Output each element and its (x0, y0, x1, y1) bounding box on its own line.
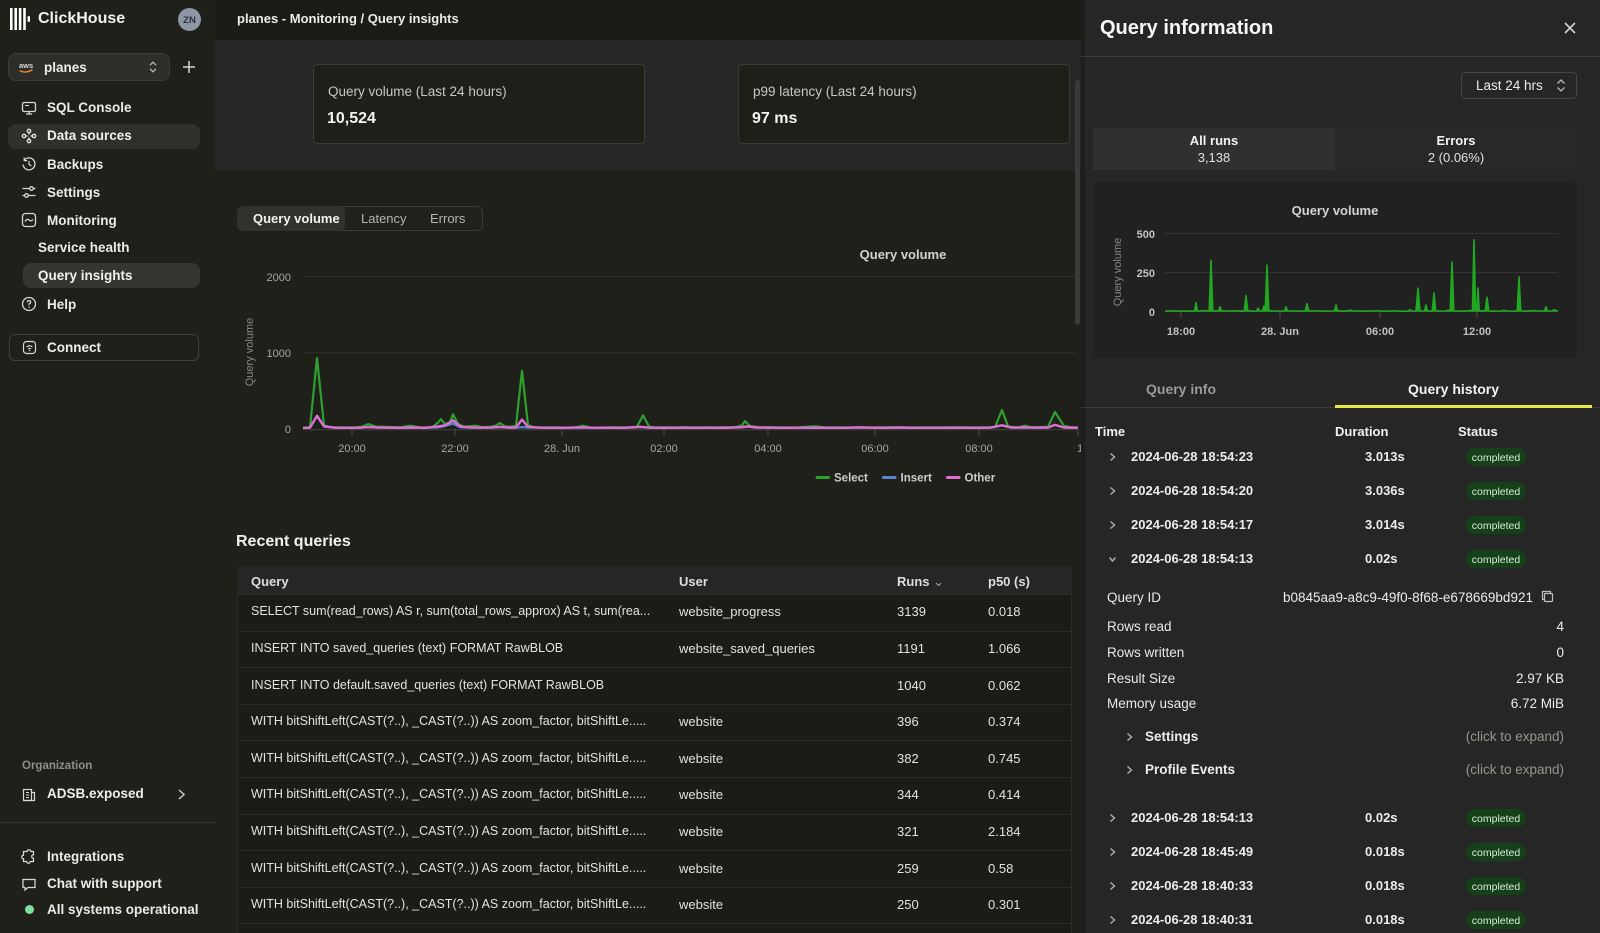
svg-text:Query volume: Query volume (1292, 203, 1379, 218)
svg-text:Insert: Insert (901, 473, 932, 485)
svg-text:22:00: 22:00 (441, 443, 469, 455)
svg-text:08:00: 08:00 (965, 443, 993, 455)
svg-text:12:00: 12:00 (1463, 326, 1491, 338)
svg-text:2000: 2000 (267, 272, 291, 284)
svg-text:0: 0 (1149, 307, 1155, 319)
svg-text:0: 0 (285, 424, 291, 436)
svg-text:20:00: 20:00 (338, 443, 366, 455)
svg-text:28. Jun: 28. Jun (1261, 326, 1299, 338)
svg-text:06:00: 06:00 (1366, 326, 1394, 338)
svg-text:aws: aws (19, 61, 33, 70)
svg-text:28. Jun: 28. Jun (544, 443, 580, 455)
svg-text:02:00: 02:00 (650, 443, 678, 455)
svg-text:18:00: 18:00 (1167, 326, 1195, 338)
svg-text:500: 500 (1137, 229, 1155, 241)
svg-text:Select: Select (834, 473, 868, 485)
svg-text:Query volume: Query volume (1112, 238, 1124, 306)
svg-text:Query volume: Query volume (244, 318, 256, 386)
svg-text:1000: 1000 (267, 348, 291, 360)
svg-text:Query volume: Query volume (860, 247, 947, 262)
svg-text:06:00: 06:00 (861, 443, 889, 455)
svg-text:Other: Other (965, 473, 996, 485)
svg-text:04:00: 04:00 (754, 443, 782, 455)
svg-text:250: 250 (1137, 268, 1155, 280)
